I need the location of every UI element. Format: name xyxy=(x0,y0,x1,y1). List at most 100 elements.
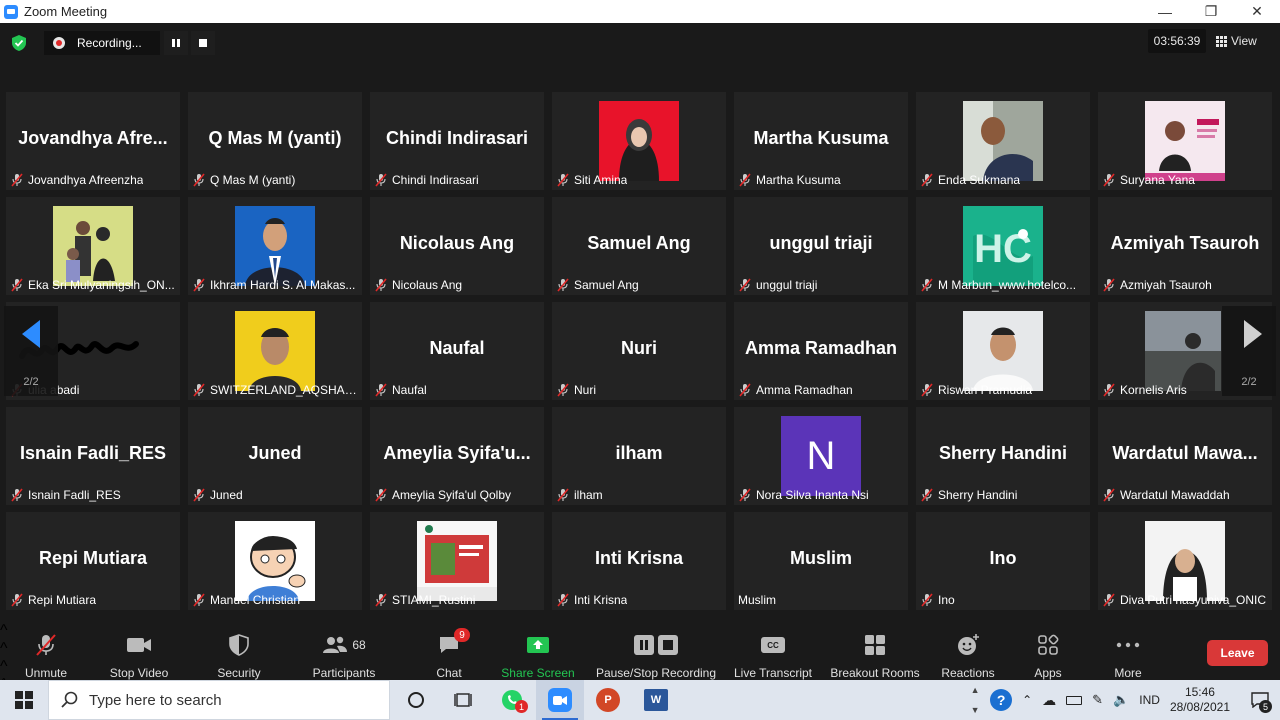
participant-tile[interactable]: Ikhram Hardi S. Al Makas... xyxy=(188,197,362,295)
participant-tile[interactable]: Suryana Yana xyxy=(1098,92,1272,190)
participants-button[interactable]: 68 Participants xyxy=(306,622,382,680)
participant-name: Nuri xyxy=(574,383,597,397)
word-taskbar-app[interactable]: W xyxy=(632,680,680,720)
participant-tile[interactable]: Naufal Naufal xyxy=(370,302,544,400)
participant-name-label: Ino xyxy=(920,592,1088,608)
battery-icon[interactable] xyxy=(1066,695,1083,705)
previous-page-button[interactable]: 2/2 xyxy=(4,306,58,396)
task-view-icon-button[interactable] xyxy=(440,680,488,720)
shield-icon[interactable] xyxy=(12,35,26,51)
participant-tile[interactable]: Enda Sukmana xyxy=(916,92,1090,190)
participant-tile[interactable]: Manuel Christian xyxy=(188,512,362,610)
live-transcript-button[interactable]: CC Live Transcript xyxy=(732,622,814,680)
muted-mic-icon xyxy=(920,593,934,607)
participant-display-name: Samuel Ang xyxy=(587,233,691,253)
participant-tile[interactable]: Muslim Muslim xyxy=(734,512,908,610)
participant-tile[interactable]: Amma Ramadhan Amma Ramadhan xyxy=(734,302,908,400)
chevron-up-tray-icon[interactable]: ⌃ xyxy=(1022,693,1032,707)
participant-tile[interactable]: N Nora Silva Inanta Nsi xyxy=(734,407,908,505)
reactions-button[interactable]: Reactions xyxy=(938,622,998,680)
participant-name: Amma Ramadhan xyxy=(756,383,853,397)
help-icon[interactable]: ? xyxy=(990,689,1013,711)
participant-tile[interactable]: Nuri Nuri xyxy=(552,302,726,400)
pause-stop-recording-button[interactable]: Pause/Stop Recording xyxy=(594,622,718,680)
participant-tile[interactable]: Ameylia Syifa'u... Ameylia Syifa'ul Qolby xyxy=(370,407,544,505)
notification-center-button[interactable]: 5 xyxy=(1240,680,1280,720)
participant-tile[interactable]: Martha Kusuma Martha Kusuma xyxy=(734,92,908,190)
participant-name-label: M Marbun_www.hotelco... xyxy=(920,277,1088,293)
muted-mic-icon xyxy=(374,383,388,397)
more-button[interactable]: More xyxy=(1106,622,1150,680)
onedrive-cloud-icon[interactable]: ☁ xyxy=(1042,692,1056,709)
participant-tile[interactable]: Eka Sri Mulyaningsih_ON... xyxy=(6,197,180,295)
task-view-button[interactable] xyxy=(392,680,440,720)
participant-tile[interactable]: HC M Marbun_www.hotelco... xyxy=(916,197,1090,295)
participant-tile[interactable]: Repi Mutiara Repi Mutiara xyxy=(6,512,180,610)
pause-recording-button[interactable] xyxy=(164,31,188,55)
participant-tile[interactable]: Siti Amina xyxy=(552,92,726,190)
stop-video-button[interactable]: Stop Video xyxy=(104,622,174,680)
muted-mic-icon xyxy=(192,383,206,397)
stop-recording-button[interactable] xyxy=(191,31,215,55)
participant-display-name: unggul triaji xyxy=(769,233,873,253)
muted-mic-icon xyxy=(556,278,570,292)
participant-display-name: Ino xyxy=(989,548,1017,568)
maximize-button[interactable]: ❐ xyxy=(1188,0,1234,23)
participant-name: Diva Putri hasyuniva_ONIC xyxy=(1120,593,1267,607)
leave-button[interactable]: Leave xyxy=(1207,640,1268,666)
powerpoint-taskbar-app[interactable]: P xyxy=(584,680,632,720)
taskbar-clock[interactable]: 15:46 28/08/2021 xyxy=(1170,685,1230,715)
participant-tile[interactable]: Inti Krisna Inti Krisna xyxy=(552,512,726,610)
participant-display-name: Naufal xyxy=(429,338,485,358)
taskbar-search-box[interactable]: Type here to search xyxy=(48,680,390,720)
breakout-rooms-button[interactable]: Breakout Rooms xyxy=(828,622,922,680)
participant-name: Naufal xyxy=(392,383,427,397)
word-icon: W xyxy=(644,689,668,711)
participant-tile[interactable]: SWITZERLAND_AQSHAL I... xyxy=(188,302,362,400)
powerpoint-icon: P xyxy=(596,688,620,712)
page-indicator-left: 2/2 xyxy=(23,376,39,388)
participant-tile[interactable]: Nicolaus Ang Nicolaus Ang xyxy=(370,197,544,295)
next-page-button[interactable]: 2/2 xyxy=(1222,306,1276,396)
unmute-button[interactable]: Unmute xyxy=(16,622,76,680)
language-indicator[interactable]: IND xyxy=(1139,693,1160,707)
apps-button[interactable]: Apps xyxy=(1024,622,1072,680)
participant-tile[interactable]: Diva Putri hasyuniva_ONIC xyxy=(1098,512,1272,610)
participant-name: Siti Amina xyxy=(574,173,628,187)
participant-tile[interactable]: Ino Ino xyxy=(916,512,1090,610)
muted-mic-icon xyxy=(1102,173,1116,187)
volume-icon[interactable]: 🔈 xyxy=(1113,692,1129,708)
participant-display-name: Azmiyah Tsauroh xyxy=(1110,233,1260,253)
participant-tile[interactable]: unggul triaji unggul triaji xyxy=(734,197,908,295)
participant-tile[interactable]: Q Mas M (yanti) Q Mas M (yanti) xyxy=(188,92,362,190)
chevron-down-icon: ▼ xyxy=(970,705,980,715)
security-button[interactable]: Security xyxy=(209,622,269,680)
zoom-taskbar-app[interactable] xyxy=(536,680,584,720)
whatsapp-taskbar-app[interactable]: 1 xyxy=(488,680,536,720)
participant-name-label: Azmiyah Tsauroh xyxy=(1102,277,1270,293)
start-button[interactable] xyxy=(0,680,48,720)
muted-mic-icon xyxy=(738,488,752,502)
participant-tile[interactable]: Juned Juned xyxy=(188,407,362,505)
participant-tile[interactable]: Riswan Pramudia xyxy=(916,302,1090,400)
participant-tile[interactable]: Sherry Handini Sherry Handini xyxy=(916,407,1090,505)
view-button[interactable]: View xyxy=(1216,29,1257,53)
participant-tile[interactable]: Chindi Indirasari Chindi Indirasari xyxy=(370,92,544,190)
participant-tile[interactable]: Wardatul Mawa... Wardatul Mawaddah xyxy=(1098,407,1272,505)
participant-tile[interactable]: Jovandhya Afre... Jovandhya Afreenzha xyxy=(6,92,180,190)
participant-tile[interactable]: STIAMI_Rustini xyxy=(370,512,544,610)
share-screen-button[interactable]: Share Screen xyxy=(500,622,576,680)
participant-tile[interactable]: ilham ilham xyxy=(552,407,726,505)
wifi-icon[interactable]: ✎ xyxy=(1092,692,1103,708)
participant-tile[interactable]: Isnain Fadli_RES Isnain Fadli_RES xyxy=(6,407,180,505)
participant-name: Riswan Pramudia xyxy=(938,383,1033,397)
participant-name-label: Nicolaus Ang xyxy=(374,277,542,293)
minimize-button[interactable]: — xyxy=(1142,0,1188,23)
participant-display-name: Chindi Indirasari xyxy=(385,128,529,148)
participant-tile[interactable]: Azmiyah Tsauroh Azmiyah Tsauroh xyxy=(1098,197,1272,295)
close-button[interactable]: ✕ xyxy=(1234,0,1280,23)
taskbar-scroll[interactable]: ▲ ▼ xyxy=(968,680,982,720)
chat-button[interactable]: 9 Chat xyxy=(426,622,472,680)
participant-photo xyxy=(963,101,1043,181)
participant-tile[interactable]: Samuel Ang Samuel Ang xyxy=(552,197,726,295)
